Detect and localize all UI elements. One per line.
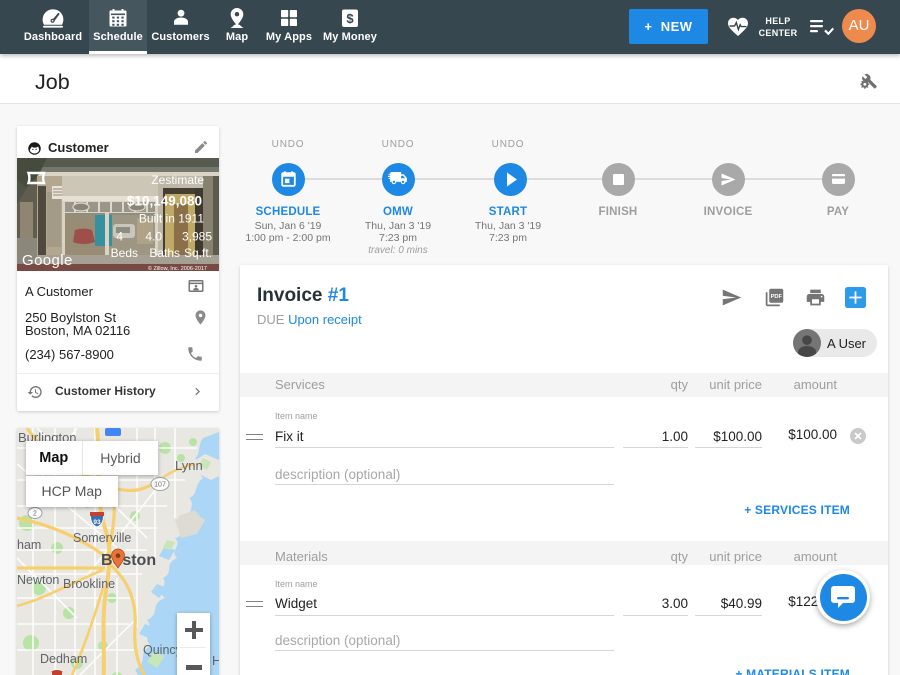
svg-text:PDF: PDF xyxy=(771,294,783,300)
svg-text:ham: ham xyxy=(17,538,41,552)
svg-text:Sq.ft.: Sq.ft. xyxy=(184,246,212,260)
svg-text:Somerville: Somerville xyxy=(73,531,131,545)
svg-text:4: 4 xyxy=(116,230,123,244)
svg-text:Built in 1911: Built in 1911 xyxy=(139,212,204,226)
svg-text:4.0: 4.0 xyxy=(145,230,162,244)
svg-text:3,985: 3,985 xyxy=(182,230,212,244)
svg-text:Hi: Hi xyxy=(212,653,219,668)
svg-text:93: 93 xyxy=(93,519,101,526)
svg-text:Lynn: Lynn xyxy=(175,458,203,473)
svg-text:107: 107 xyxy=(154,482,166,489)
svg-text:Newton: Newton xyxy=(17,573,59,587)
svg-text:Zestimate: Zestimate xyxy=(151,173,204,187)
svg-text:Dedham: Dedham xyxy=(40,652,87,666)
svg-text:$: $ xyxy=(346,11,354,26)
svg-text:Brookline: Brookline xyxy=(63,577,115,591)
svg-text:$10,149,080: $10,149,080 xyxy=(127,194,202,209)
svg-text:Google: Google xyxy=(22,252,73,269)
svg-text:Beds: Beds xyxy=(111,246,138,260)
svg-text:2: 2 xyxy=(33,511,37,518)
svg-text:Baths: Baths xyxy=(149,246,180,260)
svg-text:Boston: Boston xyxy=(101,552,156,569)
svg-text:© Zillow, Inc. 2006-2017: © Zillow, Inc. 2006-2017 xyxy=(148,265,207,271)
